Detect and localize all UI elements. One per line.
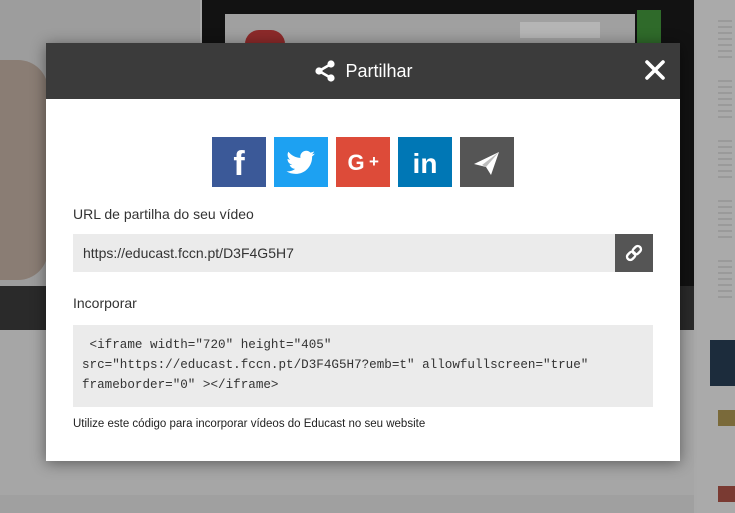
google-plus-icon: G + <box>347 150 379 175</box>
modal-title: Partilhar <box>345 60 413 81</box>
background-folder-icon <box>710 340 735 386</box>
embed-code[interactable]: <iframe width="720" height="405" src="ht… <box>73 325 653 407</box>
background-sidebar <box>697 0 735 513</box>
modal-title-wrap: Partilhar <box>313 59 413 83</box>
linkedin-share-button[interactable]: in <box>398 137 452 187</box>
close-button[interactable] <box>642 57 668 83</box>
linkedin-icon: in <box>413 148 438 179</box>
google-plus-share-button[interactable]: G + <box>336 137 390 187</box>
twitter-icon <box>286 150 316 174</box>
svg-text:+: + <box>369 152 379 171</box>
facebook-icon: f <box>233 145 245 183</box>
url-label: URL de partilha do seu vídeo <box>73 206 254 222</box>
background-sidebar-text <box>718 80 732 120</box>
facebook-share-button[interactable]: f <box>212 137 266 187</box>
background-sidebar-text <box>718 200 732 240</box>
background-footer <box>0 495 694 513</box>
url-field <box>73 234 653 272</box>
paper-plane-icon <box>474 152 499 175</box>
modal-header: Partilhar <box>46 43 680 99</box>
svg-text:G: G <box>347 150 364 175</box>
background-sidebar-text <box>718 260 732 300</box>
share-url-input[interactable] <box>73 234 615 272</box>
twitter-share-button[interactable] <box>274 137 328 187</box>
share-modal: Partilhar f G + in URL de partilha do se… <box>46 43 680 461</box>
svg-text:in: in <box>413 148 438 179</box>
background-file-tag <box>718 410 735 426</box>
background-file-tag <box>718 486 735 502</box>
embed-help-text: Utilize este código para incorporar víde… <box>73 418 426 430</box>
svg-text:f: f <box>233 145 245 183</box>
telegram-share-button[interactable] <box>460 137 514 187</box>
share-icon <box>313 59 337 83</box>
link-icon <box>625 244 643 262</box>
copy-link-button[interactable] <box>615 234 653 272</box>
background-presenter <box>0 60 48 280</box>
close-icon <box>645 60 665 80</box>
background-slide-graphic <box>245 30 285 44</box>
background-sidebar-text <box>718 140 732 180</box>
background-sidebar-text <box>718 20 732 60</box>
background-chrome-card <box>520 22 600 38</box>
embed-label: Incorporar <box>73 295 137 311</box>
social-share-buttons: f G + in <box>46 137 680 187</box>
